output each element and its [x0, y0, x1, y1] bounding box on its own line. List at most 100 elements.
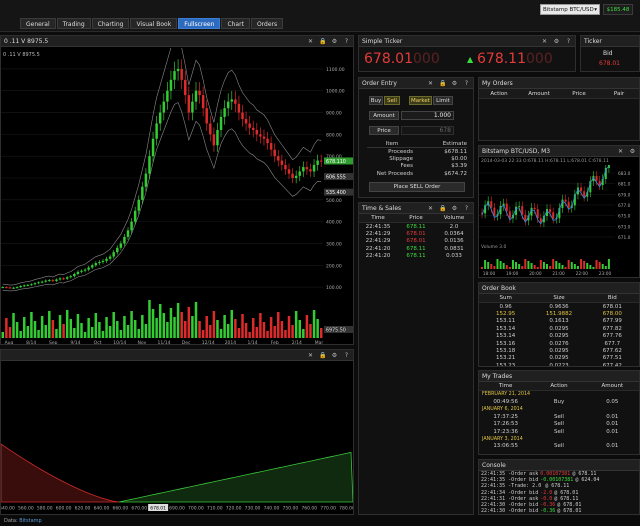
candle-body: [180, 68, 183, 80]
volume-bar: [155, 318, 158, 338]
candle-body: [230, 99, 234, 102]
close-icon[interactable]: ✕: [617, 148, 624, 155]
gear-icon[interactable]: ⚙: [451, 205, 458, 212]
console-header: Console: [479, 460, 639, 471]
volume-bar: [262, 322, 266, 338]
order-book-row[interactable]: 0.96 0.9636 678.01: [479, 303, 639, 310]
volume-bar: [187, 307, 191, 338]
lock-icon[interactable]: 🔒: [319, 38, 326, 45]
depth-chart-canvas[interactable]: 540.00560.00580.00600.00620.00640.00660.…: [1, 362, 353, 515]
market-select[interactable]: Bitstamp BTC/USD ▾: [540, 4, 600, 15]
my-trade-amount: 0.01: [606, 421, 619, 428]
console-action: Order bid: [511, 477, 539, 484]
help-icon[interactable]: ?: [463, 80, 470, 87]
place-order-button[interactable]: Place SELL Order: [369, 182, 465, 192]
tab-trading[interactable]: Trading: [56, 18, 91, 29]
volume-bar: [287, 316, 291, 338]
gear-icon[interactable]: ⚙: [451, 80, 458, 87]
candle-body: [126, 230, 130, 237]
tab-visual-book[interactable]: Visual Book: [130, 18, 178, 29]
estimate-item: Fees: [400, 163, 414, 170]
x-tick-label: 560.00: [18, 506, 34, 512]
close-icon[interactable]: ✕: [307, 352, 314, 359]
candle-body: [284, 164, 287, 170]
candle-body: [130, 221, 133, 231]
column-header: Size: [553, 295, 565, 301]
candle-body: [291, 173, 294, 178]
mini-chart-canvas[interactable]: 683.0 681.0 679.0 677.0 675.0 673.0 671.0 18:00…: [479, 165, 639, 277]
limit-button[interactable]: Limit: [433, 96, 453, 105]
tab-chart[interactable]: Chart: [221, 18, 250, 29]
amount-input[interactable]: 1.000: [401, 111, 454, 120]
console-time: 22:41:35 -: [481, 471, 512, 478]
volume-bar: [309, 324, 312, 338]
volume-bar: [158, 304, 162, 338]
order-book-row[interactable]: 153.23 0.0223 677.42: [479, 362, 639, 366]
footer-source-link[interactable]: Bitstamp: [19, 518, 41, 524]
candle-body: [251, 127, 255, 130]
ticker-title: Ticker: [584, 37, 602, 45]
close-icon[interactable]: ✕: [427, 80, 434, 87]
candle-body: [223, 108, 226, 117]
close-icon[interactable]: ✕: [541, 38, 548, 45]
x-tick-label: 690.00: [169, 506, 185, 512]
help-icon[interactable]: ?: [463, 205, 470, 212]
sell-button[interactable]: Sell: [384, 96, 400, 105]
column-header: Action: [490, 90, 508, 97]
help-icon[interactable]: ?: [565, 38, 572, 45]
order-book-row[interactable]: 153.21 0.0295 677.51: [479, 355, 639, 362]
volume-bar: [234, 319, 237, 338]
lock-icon[interactable]: 🔒: [439, 205, 446, 212]
gear-icon[interactable]: ⚙: [331, 38, 338, 45]
gear-icon[interactable]: ⚙: [331, 352, 338, 359]
volume-bar: [19, 331, 22, 338]
my-trades-header: My Trades: [479, 371, 639, 382]
trade-time: 22:41:20: [365, 245, 391, 252]
volume-bar: [55, 329, 58, 338]
candle-body: [141, 186, 144, 200]
help-icon[interactable]: ?: [343, 352, 350, 359]
candle-body: [112, 252, 115, 257]
tab-general[interactable]: General: [20, 18, 56, 29]
tab-orders[interactable]: Orders: [250, 18, 284, 29]
close-icon[interactable]: ✕: [307, 38, 314, 45]
console-action: Order ask: [511, 471, 539, 478]
order-book-row[interactable]: 153.11 0.1613 677.99: [479, 318, 639, 325]
order-book-row[interactable]: 153.18 0.0295 677.62: [479, 347, 639, 354]
order-book-row[interactable]: 152.95 151.9882 678.00: [479, 310, 639, 317]
volume-bar: [209, 325, 212, 338]
candle-body: [69, 276, 73, 278]
candle-body: [5, 287, 8, 289]
lock-icon[interactable]: 🔒: [439, 80, 446, 87]
gear-icon[interactable]: ⚙: [553, 38, 560, 45]
tab-charting[interactable]: Charting: [91, 18, 130, 29]
volume-bar: [549, 266, 552, 269]
time-sales-panel: Time & Sales ✕ 🔒 ⚙ ? Time Price Volume 2…: [358, 202, 474, 515]
price-input[interactable]: 678: [401, 126, 454, 135]
volume-bar: [37, 330, 40, 338]
volume-bar: [73, 328, 76, 338]
market-button[interactable]: Market: [409, 96, 432, 105]
close-icon[interactable]: ✕: [427, 205, 434, 212]
order-book-row[interactable]: 153.14 0.0295 677.76: [479, 333, 639, 340]
tab-fullscreen[interactable]: Fullscreen: [178, 18, 221, 29]
my-trade-action: Sell: [554, 443, 564, 450]
volume-bar: [130, 311, 133, 338]
buy-button[interactable]: Buy: [369, 96, 383, 105]
estimate-value: $678.11: [444, 148, 467, 155]
y-tick-label: 300.00: [326, 241, 342, 247]
lock-icon[interactable]: 🔒: [319, 352, 326, 359]
candle-body: [273, 149, 276, 157]
order-book-row[interactable]: 153.16 0.0276 677.7: [479, 340, 639, 347]
price-chart-canvas[interactable]: 0 .11 V 8975.5 1100.00 1000.00 900.00 800.00…: [1, 48, 353, 345]
ticker-panel: Ticker Bid 678.01: [580, 35, 640, 72]
book-sum: 153.14: [496, 325, 516, 332]
candle-body: [48, 280, 51, 282]
gear-icon[interactable]: ⚙: [629, 148, 636, 155]
order-book-row[interactable]: 153.14 0.0295 677.82: [479, 325, 639, 332]
console-time: 22:41:30 -: [481, 502, 512, 509]
x-tick-label: 730.00: [245, 506, 261, 512]
help-icon[interactable]: ?: [343, 38, 350, 45]
volume-bar: [542, 262, 545, 269]
candle-body: [55, 279, 58, 281]
